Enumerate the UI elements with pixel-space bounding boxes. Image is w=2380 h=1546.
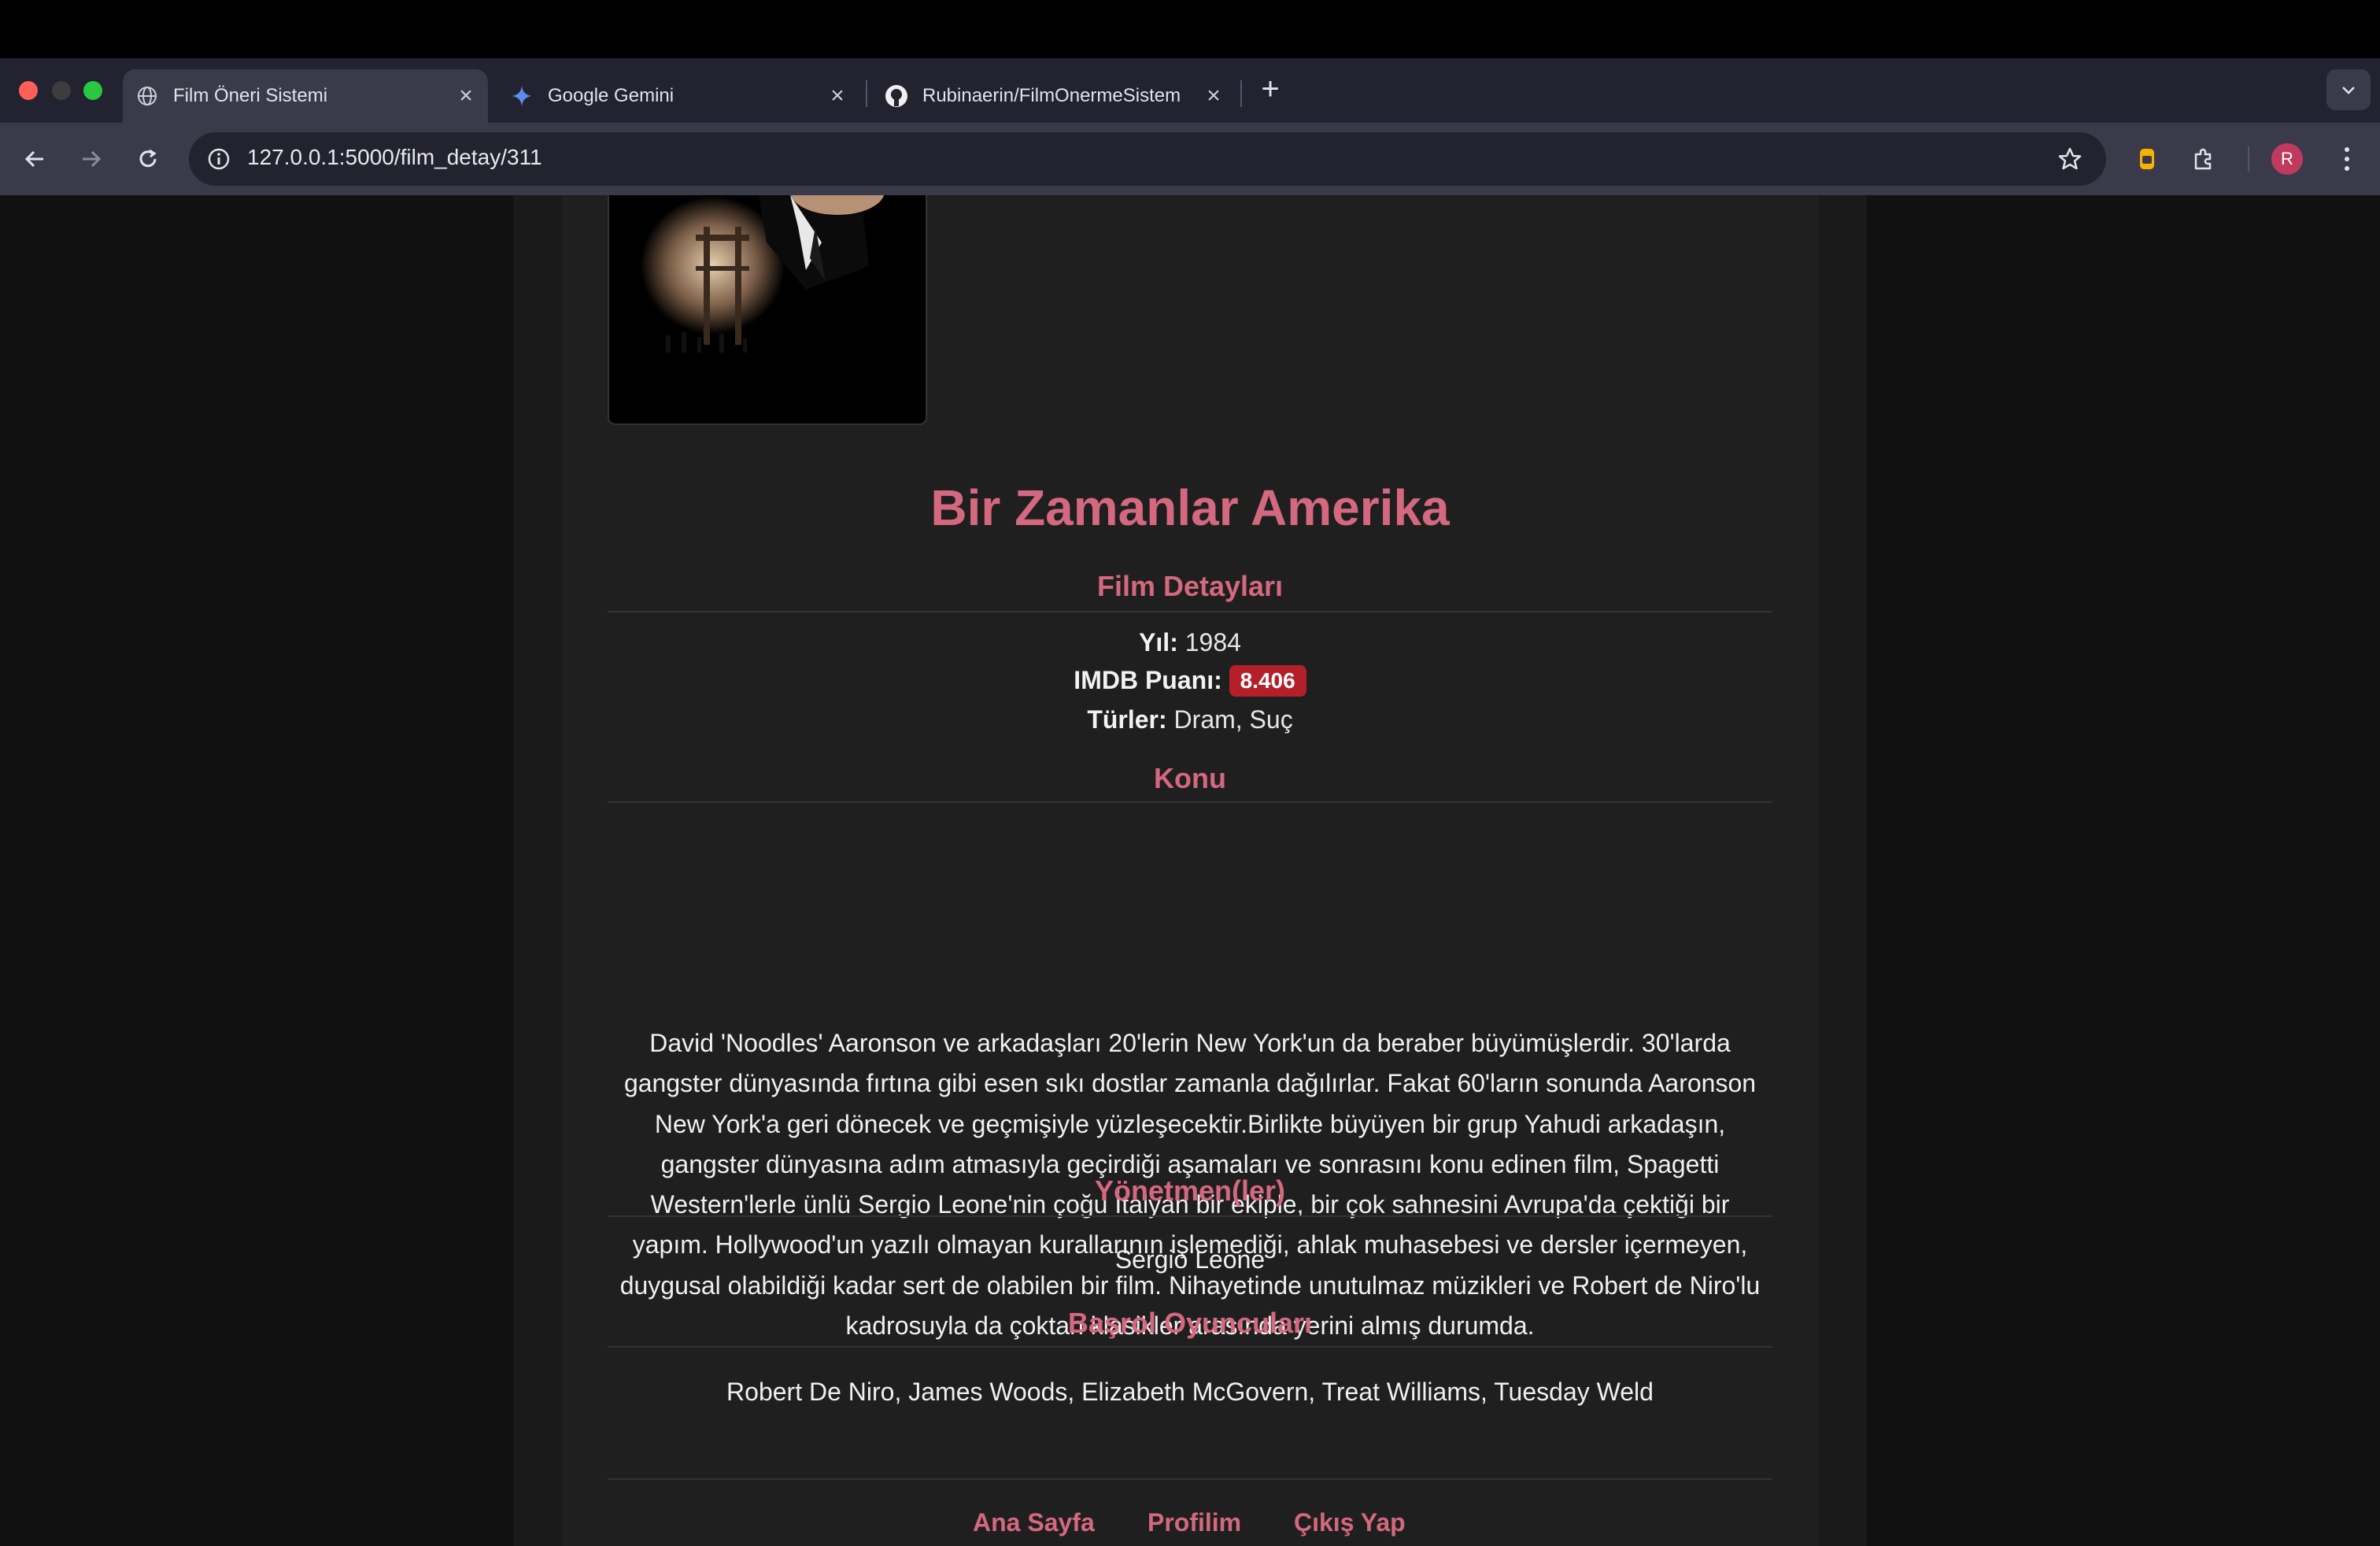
new-tab-button[interactable]: + bbox=[1255, 73, 1286, 105]
imdb-row: IMDB Puanı: 8.406 bbox=[608, 664, 1772, 698]
minimize-window-button[interactable] bbox=[52, 81, 71, 100]
url-text[interactable]: 127.0.0.1:5000/film_detay/311 bbox=[247, 145, 542, 170]
extension-button[interactable] bbox=[2128, 140, 2166, 178]
cast-value: Robert De Niro, James Woods, Elizabeth M… bbox=[726, 1378, 1654, 1406]
logout-link[interactable]: Çıkış Yap bbox=[1294, 1508, 1406, 1537]
browser-menu-button[interactable] bbox=[2328, 140, 2366, 178]
chevron-down-icon bbox=[2342, 87, 2355, 94]
year-value: 1984 bbox=[1184, 628, 1241, 656]
genres-row: Türler: Dram, Suç bbox=[608, 705, 1772, 734]
arrow-right-icon bbox=[83, 150, 102, 168]
plot-line: New York'a geri dönecek ve geçmişiyle yü… bbox=[654, 1109, 1726, 1138]
bookmark-button[interactable] bbox=[2051, 140, 2089, 178]
directors-heading: Yönetmen(ler) bbox=[1094, 1174, 1286, 1207]
close-tab-icon[interactable]: × bbox=[823, 82, 852, 110]
os-menu-bar bbox=[0, 0, 2380, 58]
divider bbox=[608, 1215, 1772, 1217]
year-row: Yıl: 1984 bbox=[608, 628, 1772, 657]
home-link[interactable]: Ana Sayfa bbox=[973, 1508, 1095, 1537]
close-tab-icon[interactable]: × bbox=[1199, 82, 1228, 110]
divider bbox=[608, 801, 1772, 803]
extensions-menu-button[interactable] bbox=[2185, 140, 2223, 178]
divider bbox=[608, 1346, 1772, 1348]
info-icon bbox=[208, 148, 230, 170]
site-info-button[interactable] bbox=[201, 142, 236, 176]
more-vertical-icon bbox=[2345, 147, 2349, 171]
plot-line: David 'Noodles' Aaronson ve arkadaşları … bbox=[649, 1029, 1731, 1057]
tab-title: Rubinaerin/FilmOnermeSistem bbox=[922, 85, 1181, 106]
plot-line: gangster dünyasında fırtına gibi esen sı… bbox=[623, 1069, 1757, 1098]
genres-value: Dram, Suç bbox=[1173, 705, 1293, 734]
tab-title: Google Gemini bbox=[548, 85, 674, 106]
movie-poster bbox=[608, 195, 927, 425]
extension-jar-icon bbox=[2140, 149, 2154, 169]
genres-label: Türler: bbox=[1087, 705, 1167, 734]
tab-search-button[interactable] bbox=[2326, 69, 2371, 110]
cast-heading: Başrol Oyuncuları bbox=[1067, 1307, 1313, 1339]
imdb-rating-badge: 8.406 bbox=[1229, 664, 1306, 697]
puzzle-icon bbox=[2194, 148, 2212, 170]
star-icon bbox=[2058, 147, 2082, 170]
film-details-heading: Film Detayları bbox=[1096, 570, 1284, 602]
reload-button[interactable] bbox=[129, 140, 167, 178]
close-tab-icon[interactable]: × bbox=[452, 82, 480, 110]
profile-link[interactable]: Profilim bbox=[1148, 1508, 1241, 1537]
movie-title: Bir Zamanlar Amerika bbox=[930, 479, 1450, 536]
maximize-window-button[interactable] bbox=[83, 81, 102, 100]
gemini-icon bbox=[510, 84, 534, 108]
tab-title: Film Öneri Sistemi bbox=[173, 85, 328, 106]
close-window-button[interactable] bbox=[19, 81, 38, 100]
github-icon bbox=[885, 84, 908, 108]
tab-github-repo[interactable]: Rubinaerin/FilmOnermeSistem × bbox=[872, 69, 1236, 123]
arrow-left-icon bbox=[24, 150, 43, 168]
directors-value: Sergio Leone bbox=[1114, 1245, 1266, 1274]
forward-button[interactable] bbox=[72, 140, 110, 178]
profile-avatar[interactable]: R bbox=[2271, 143, 2303, 175]
imdb-label: IMDB Puanı: bbox=[1074, 666, 1222, 694]
toolbar-separator bbox=[2248, 146, 2249, 172]
back-button[interactable] bbox=[16, 140, 54, 178]
divider bbox=[608, 611, 1772, 612]
globe-icon bbox=[135, 84, 159, 108]
reload-icon bbox=[139, 149, 157, 168]
tab-separator bbox=[1240, 80, 1242, 107]
plot-heading: Konu bbox=[1154, 762, 1226, 794]
year-label: Yıl: bbox=[1139, 628, 1178, 656]
page-viewport: Bir Zamanlar Amerika Film Detayları Yıl:… bbox=[0, 195, 2380, 1546]
footer-divider bbox=[608, 1478, 1772, 1480]
tab-google-gemini[interactable]: Google Gemini × bbox=[497, 69, 859, 123]
tab-film-oneri-sistemi[interactable]: Film Öneri Sistemi × bbox=[123, 69, 488, 123]
tab-separator bbox=[866, 80, 867, 107]
